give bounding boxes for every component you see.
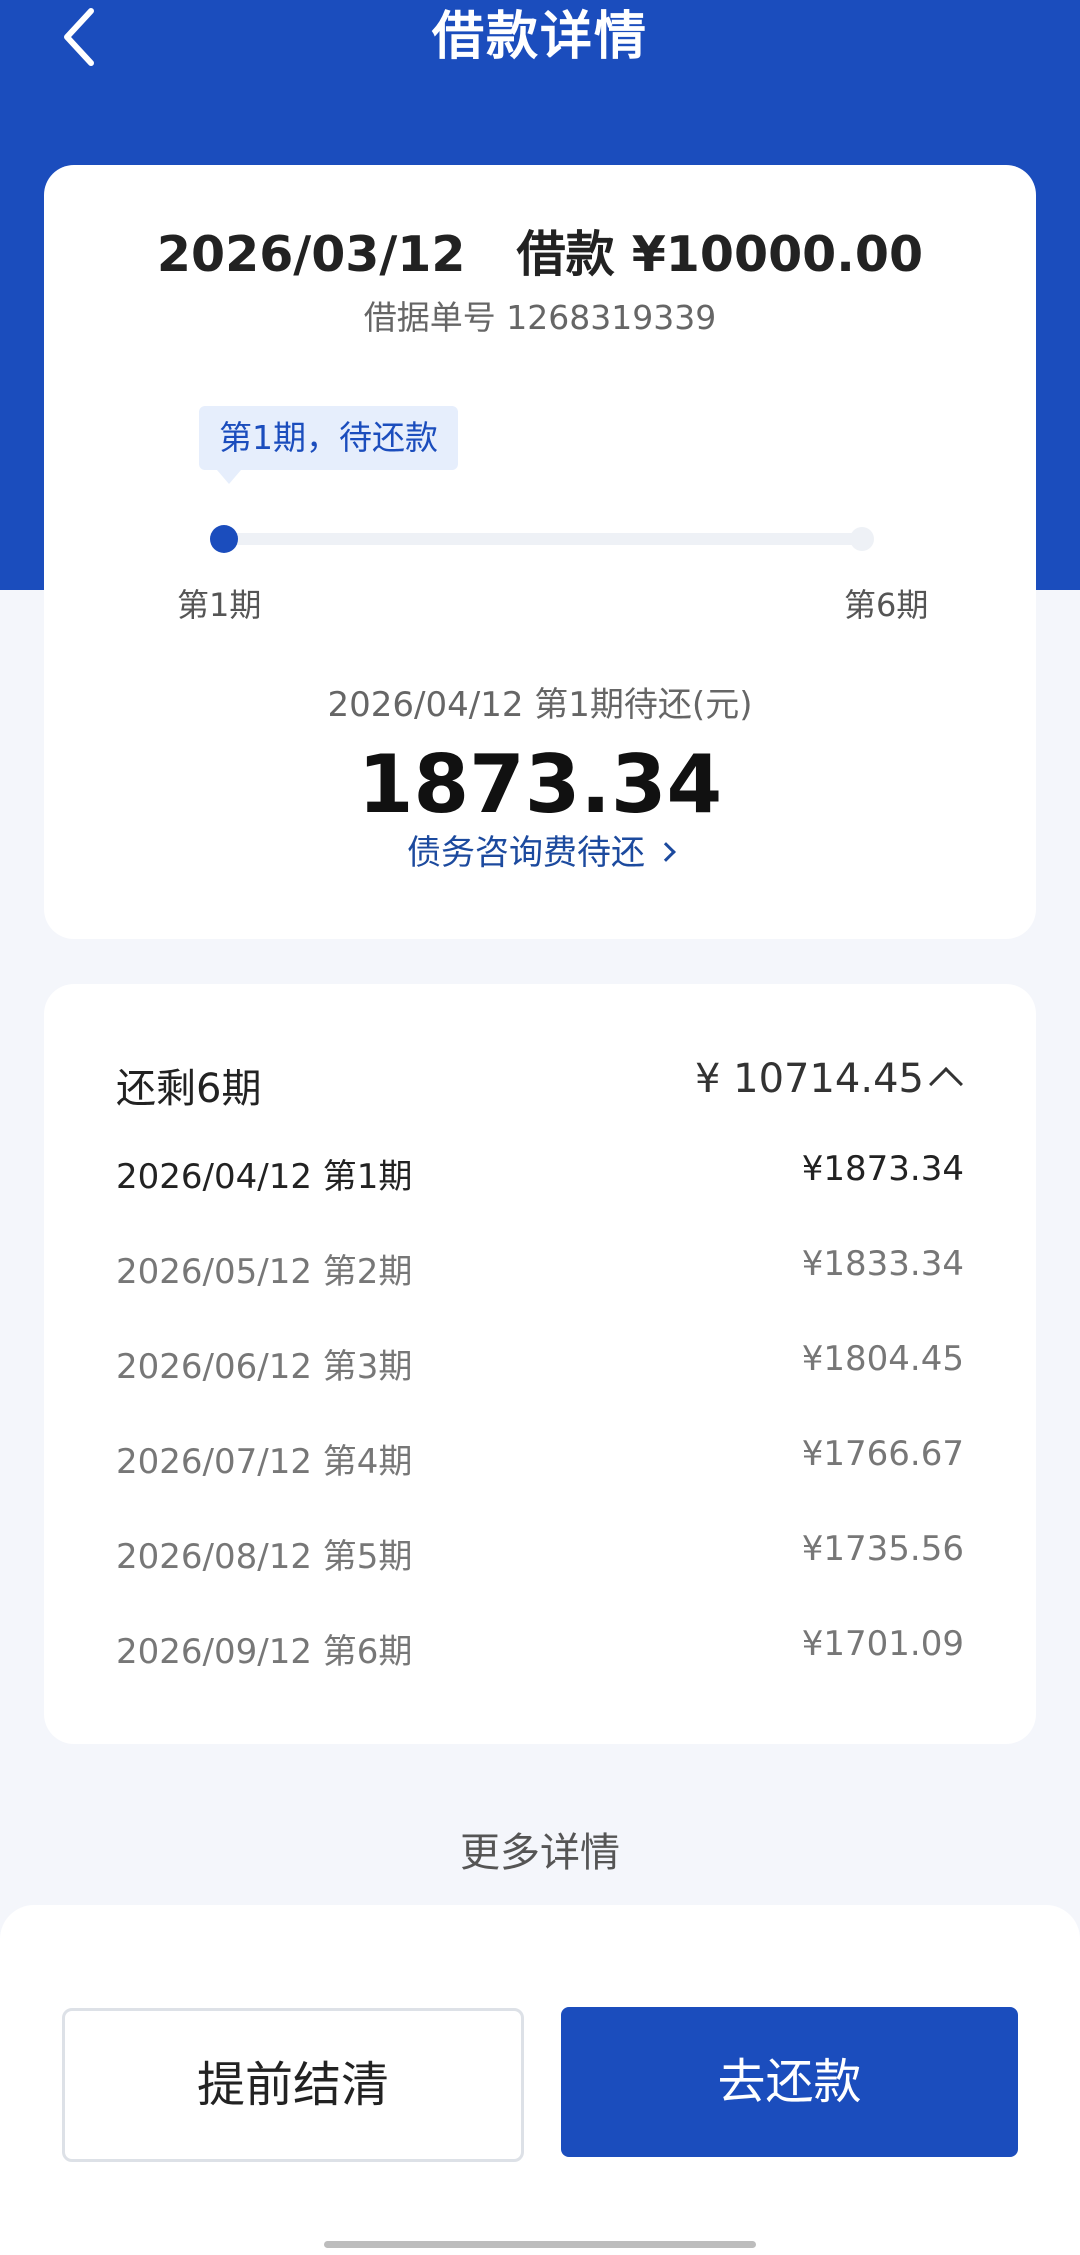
schedule-row-date: 2026/05/12 第2期 bbox=[116, 1252, 413, 1292]
more-details-link[interactable]: 更多详情 bbox=[0, 1820, 1080, 1878]
schedule-row: 2026/07/12 第4期 ¥1766.67 bbox=[116, 1434, 964, 1484]
page-title: 借款详情 bbox=[431, 7, 648, 67]
remaining-total-amount[interactable]: ¥ 10714.45 bbox=[695, 1056, 924, 1102]
schedule-row-date: 2026/08/12 第5期 bbox=[116, 1537, 413, 1577]
progress-current-dot bbox=[210, 525, 238, 553]
remaining-periods-title: 还剩6期 bbox=[116, 1066, 262, 1112]
loan-headline: 2026/03/12 借款 ¥10000.00 bbox=[156, 226, 924, 283]
fee-link-label: 债务咨询费待还 bbox=[407, 833, 645, 873]
schedule-row: 2026/05/12 第2期 ¥1833.34 bbox=[116, 1244, 964, 1294]
progress-label-end: 第6期 bbox=[844, 586, 929, 624]
receipt-number: 借据单号 1268319339 bbox=[363, 298, 717, 337]
repayment-schedule-card: 还剩6期 ¥ 10714.45 2026/04/12 第1期 ¥1873.34 … bbox=[44, 984, 1036, 1744]
schedule-row-amount: ¥1804.45 bbox=[801, 1339, 964, 1379]
schedule-row: 2026/04/12 第1期 ¥1873.34 bbox=[116, 1149, 964, 1199]
chevron-up-icon[interactable] bbox=[929, 1067, 963, 1101]
chevron-right-icon bbox=[656, 841, 676, 862]
progress-end-dot bbox=[850, 527, 874, 551]
schedule-row-amount: ¥1701.09 bbox=[801, 1624, 964, 1664]
schedule-row-amount: ¥1766.67 bbox=[801, 1434, 964, 1474]
schedule-row: 2026/09/12 第6期 ¥1701.09 bbox=[116, 1624, 964, 1674]
due-note: 2026/04/12 第1期待还(元) bbox=[327, 685, 753, 725]
repay-button[interactable]: 去还款 bbox=[561, 2007, 1018, 2157]
schedule-row-date: 2026/06/12 第3期 bbox=[116, 1347, 413, 1387]
early-settle-button[interactable]: 提前结清 bbox=[62, 2008, 524, 2162]
loan-summary-card: 2026/03/12 借款 ¥10000.00 借据单号 1268319339 … bbox=[44, 165, 1036, 939]
schedule-row: 2026/06/12 第3期 ¥1804.45 bbox=[116, 1339, 964, 1389]
schedule-row-amount: ¥1873.34 bbox=[801, 1149, 964, 1189]
repayment-progress-track bbox=[224, 533, 864, 545]
schedule-row: 2026/08/12 第5期 ¥1735.56 bbox=[116, 1529, 964, 1579]
home-indicator[interactable] bbox=[324, 2241, 756, 2248]
progress-label-start: 第1期 bbox=[177, 586, 262, 624]
due-amount: 1873.34 bbox=[357, 738, 723, 831]
fee-link[interactable]: 债务咨询费待还 bbox=[44, 825, 1036, 874]
schedule-row-date: 2026/07/12 第4期 bbox=[116, 1442, 413, 1482]
schedule-row-amount: ¥1833.34 bbox=[801, 1244, 964, 1284]
schedule-row-date: 2026/09/12 第6期 bbox=[116, 1632, 413, 1672]
schedule-row-date: 2026/04/12 第1期 bbox=[116, 1157, 413, 1197]
current-period-tip: 第1期，待还款 bbox=[199, 406, 458, 484]
schedule-row-amount: ¥1735.56 bbox=[801, 1529, 964, 1569]
